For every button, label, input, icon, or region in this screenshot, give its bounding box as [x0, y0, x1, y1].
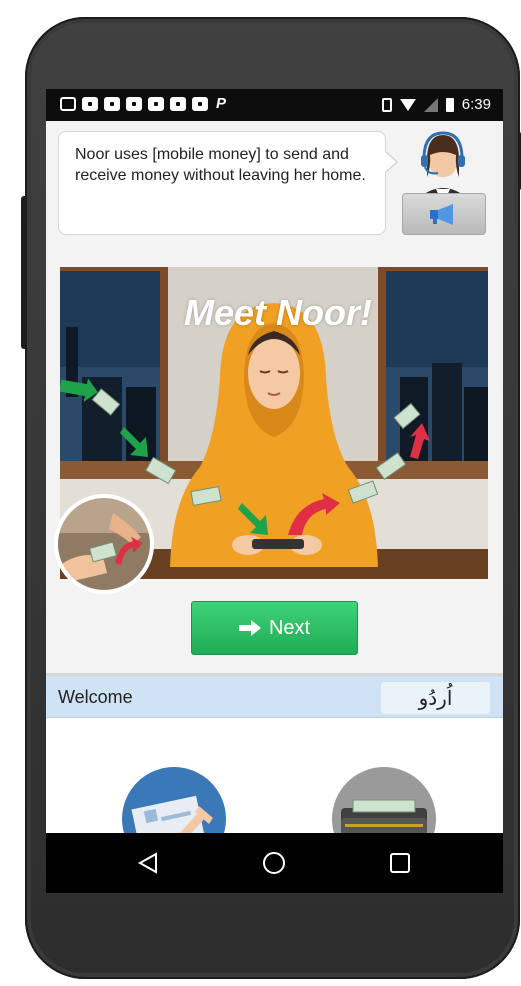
language-urdu-label: اُردُو — [418, 686, 453, 710]
hand-exchange-inset-icon — [54, 494, 154, 594]
next-button-label: Next — [268, 616, 311, 639]
arrow-right-icon — [238, 620, 261, 636]
notification-icon — [104, 97, 120, 111]
section-header-bar: Welcome اُردُو — [46, 676, 503, 718]
notification-icon — [192, 97, 208, 111]
megaphone-icon — [430, 204, 453, 225]
status-bar: P 6:39 — [46, 89, 503, 121]
status-time: 6:39 — [461, 96, 491, 113]
notification-icon — [170, 97, 186, 111]
battery-icon — [445, 97, 454, 112]
vibrate-icon — [381, 97, 392, 112]
status-right: 6:39 — [381, 96, 491, 113]
recents-square-icon[interactable] — [388, 851, 412, 875]
notification-icon — [60, 97, 76, 111]
illustration-title: Meet Noor! — [184, 292, 372, 333]
guide-message-bubble: Noor uses [mobile money] to send and rec… — [58, 131, 398, 235]
android-nav-bar — [46, 833, 503, 893]
notification-icons: P — [60, 95, 227, 112]
next-button[interactable]: Next — [191, 601, 358, 655]
paypal-icon: P — [216, 95, 227, 112]
back-triangle-icon[interactable] — [136, 851, 160, 875]
notification-icon — [82, 97, 98, 111]
phone-screen: P 6:39 Noor uses [mobile money] to send … — [46, 89, 503, 893]
welcome-tab-label[interactable]: Welcome — [58, 687, 133, 708]
home-circle-icon[interactable] — [262, 851, 286, 875]
notification-icon — [126, 97, 142, 111]
language-urdu-button[interactable]: اُردُو — [381, 682, 490, 714]
audio-play-button[interactable] — [402, 193, 486, 235]
notification-icon — [148, 97, 164, 111]
guide-message-text: Noor uses [mobile money] to send and rec… — [75, 146, 366, 184]
no-signal-icon — [423, 97, 438, 112]
wifi-icon — [399, 98, 416, 111]
